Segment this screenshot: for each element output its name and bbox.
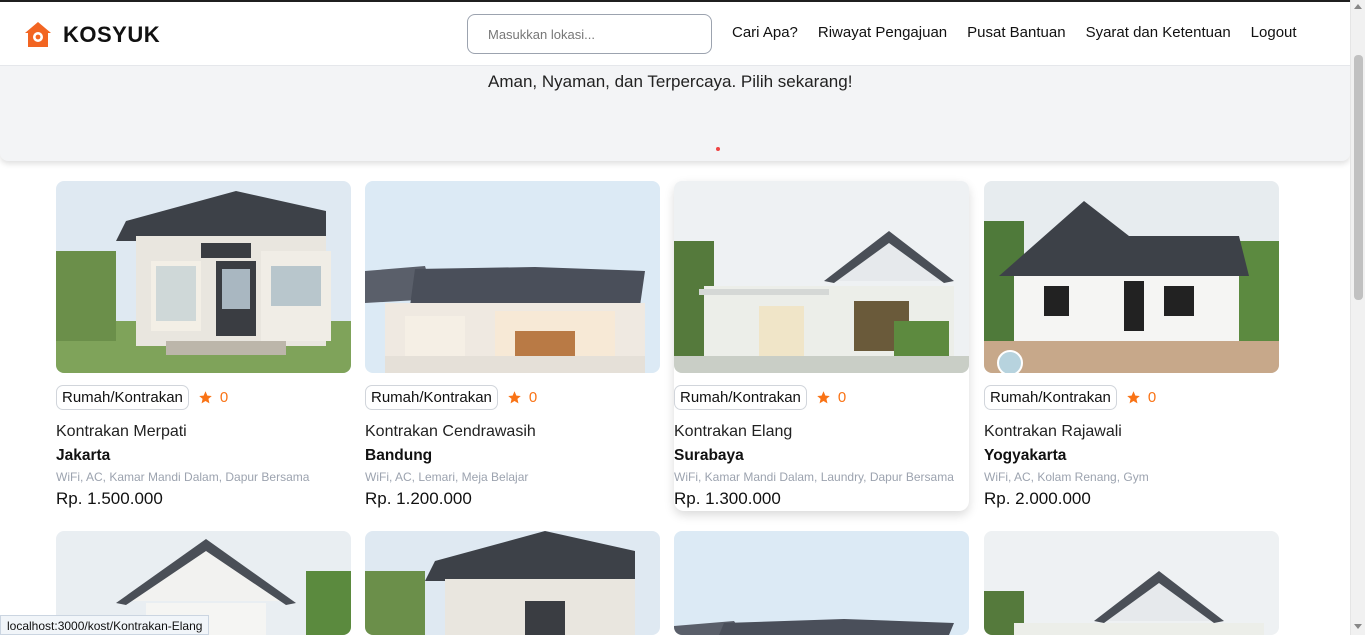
listing-card[interactable]: Rumah/Kontrakan 0 Kontrakan Rajawali Yog… <box>984 181 1279 509</box>
house-photo-row2[interactable] <box>984 531 1279 635</box>
scroll-up-arrow-icon[interactable] <box>1354 4 1362 9</box>
house-photo-row2[interactable] <box>365 531 660 635</box>
house-photo <box>365 181 660 373</box>
listing-city: Yogyakarta <box>984 447 1067 464</box>
listing-price: Rp. 1.200.000 <box>365 489 472 508</box>
brand-name: KOSYUK <box>63 22 161 47</box>
listing-city: Jakarta <box>56 447 111 464</box>
listing-facilities: WiFi, Kamar Mandi Dalam, Laundry, Dapur … <box>674 470 954 484</box>
nav-syarat-ketentuan[interactable]: Syarat dan Ketentuan <box>1086 24 1231 41</box>
hero-banner: Aman, Nyaman, dan Terpercaya. Pilih seka… <box>0 66 1350 161</box>
star-icon <box>817 391 830 404</box>
category-badge: Rumah/Kontrakan <box>674 385 807 410</box>
brand[interactable]: KOSYUK <box>23 20 160 50</box>
listing-facilities: WiFi, AC, Lemari, Meja Belajar <box>365 470 529 484</box>
carousel-dot[interactable] <box>716 147 720 151</box>
link-preview-status: localhost:3000/kost/Kontrakan-Elang <box>0 615 210 635</box>
house-photo-row2[interactable] <box>674 531 969 635</box>
listing-facilities: WiFi, AC, Kamar Mandi Dalam, Dapur Bersa… <box>56 470 310 484</box>
rating-value: 0 <box>1147 389 1157 406</box>
listing-price: Rp. 2.000.000 <box>984 489 1091 508</box>
star-icon <box>199 391 212 404</box>
scroll-thumb[interactable] <box>1354 55 1363 300</box>
page-scrollbar[interactable] <box>1350 0 1365 635</box>
listing-city: Bandung <box>365 447 433 464</box>
rating-value: 0 <box>219 389 229 406</box>
house-photo <box>984 181 1279 373</box>
rating-value: 0 <box>837 389 847 406</box>
star-icon <box>508 391 521 404</box>
listing-price: Rp. 1.500.000 <box>56 489 163 508</box>
house-photo <box>56 181 351 373</box>
category-badge: Rumah/Kontrakan <box>365 385 498 410</box>
nav-cari-apa[interactable]: Cari Apa? <box>732 24 798 41</box>
card-meta: Rumah/Kontrakan 0 <box>674 385 969 410</box>
location-search-input[interactable] <box>467 14 712 54</box>
category-badge: Rumah/Kontrakan <box>56 385 189 410</box>
listing-city: Surabaya <box>674 447 744 464</box>
listing-title: Kontrakan Rajawali <box>984 423 1122 440</box>
listing-title: Kontrakan Merpati <box>56 423 187 440</box>
nav-pusat-bantuan[interactable]: Pusat Bantuan <box>967 24 1065 41</box>
top-navbar: KOSYUK Cari Apa? Riwayat Pengajuan Pusat… <box>0 0 1350 66</box>
listing-card-hovered[interactable]: Rumah/Kontrakan 0 Kontrakan Elang Suraba… <box>674 181 969 511</box>
listing-card[interactable]: Rumah/Kontrakan 0 Kontrakan Cendrawasih … <box>365 181 660 509</box>
card-meta: Rumah/Kontrakan 0 <box>56 385 351 410</box>
house-logo-icon <box>25 22 51 47</box>
card-meta: Rumah/Kontrakan 0 <box>984 385 1279 410</box>
scroll-down-arrow-icon[interactable] <box>1354 624 1362 629</box>
nav-riwayat-pengajuan[interactable]: Riwayat Pengajuan <box>818 24 947 41</box>
hero-subtitle: Aman, Nyaman, dan Terpercaya. Pilih seka… <box>488 72 853 91</box>
listing-price: Rp. 1.300.000 <box>674 489 781 508</box>
listing-title: Kontrakan Cendrawasih <box>365 423 536 440</box>
card-meta: Rumah/Kontrakan 0 <box>365 385 660 410</box>
category-badge: Rumah/Kontrakan <box>984 385 1117 410</box>
star-icon <box>1127 391 1140 404</box>
listing-facilities: WiFi, AC, Kolam Renang, Gym <box>984 470 1149 484</box>
listing-title: Kontrakan Elang <box>674 423 793 440</box>
nav-logout[interactable]: Logout <box>1251 24 1297 41</box>
main-nav: Cari Apa? Riwayat Pengajuan Pusat Bantua… <box>732 24 1297 41</box>
house-photo <box>674 181 969 373</box>
rating-value: 0 <box>528 389 538 406</box>
listing-card[interactable]: Rumah/Kontrakan 0 Kontrakan Merpati Jaka… <box>56 181 351 509</box>
